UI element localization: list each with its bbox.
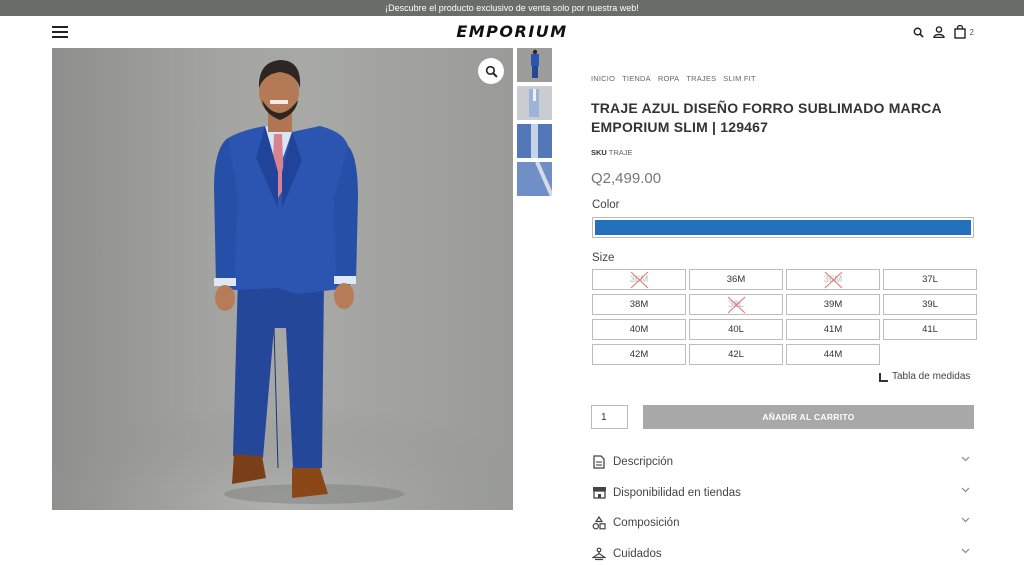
size-option[interactable]: 37L xyxy=(883,269,977,290)
chevron-down-icon xyxy=(961,487,970,492)
zoom-icon xyxy=(485,65,498,78)
size-option[interactable]: 39L xyxy=(883,294,977,315)
cart-icon[interactable] xyxy=(953,25,966,39)
breadcrumb-item-trajes[interactable]: TRAJES xyxy=(686,74,716,83)
size-option-unavailable[interactable]: 38L xyxy=(689,294,783,315)
size-label: Size xyxy=(592,252,615,264)
size-option[interactable]: 41L xyxy=(883,319,977,340)
size-chart-link[interactable]: Tabla de medidas xyxy=(879,371,970,382)
accordion-composicion[interactable]: Composición xyxy=(591,508,973,539)
color-swatch-fill xyxy=(595,220,971,235)
thumbnail-2[interactable] xyxy=(517,86,552,120)
accordion-label: Cuidados xyxy=(613,547,662,560)
product-details-accordion: Descripción Disponibilidad en tiendas Co… xyxy=(591,447,973,565)
chevron-down-icon xyxy=(961,548,970,553)
accordion-label: Disponibilidad en tiendas xyxy=(613,486,741,499)
site-header: EMPORIUM 2 xyxy=(0,16,1024,48)
announcement-bar: ¡Descubre el producto exclusivo de venta… xyxy=(0,0,1024,16)
size-option[interactable]: 42L xyxy=(689,344,783,365)
color-label: Color xyxy=(592,199,620,211)
search-icon[interactable] xyxy=(913,27,924,38)
size-option[interactable]: 41M xyxy=(786,319,880,340)
sku-label: SKU xyxy=(591,148,607,157)
accordion-cuidados[interactable]: Cuidados xyxy=(591,539,973,565)
account-icon[interactable] xyxy=(932,26,945,38)
quantity-input[interactable] xyxy=(591,405,628,429)
size-option[interactable]: 36M xyxy=(689,269,783,290)
size-option[interactable]: 38M xyxy=(592,294,686,315)
thumbnail-3[interactable] xyxy=(517,124,552,158)
accordion-label: Composición xyxy=(613,517,680,530)
brand-logo[interactable]: EMPORIUM xyxy=(0,22,1024,41)
breadcrumb-item-inicio[interactable]: INICIO xyxy=(591,74,615,83)
product-image[interactable] xyxy=(52,48,513,510)
shapes-icon xyxy=(591,515,607,531)
accordion-disponibilidad[interactable]: Disponibilidad en tiendas xyxy=(591,478,973,509)
sku-value: TRAJE xyxy=(608,148,633,157)
hanger-icon xyxy=(591,546,607,562)
zoom-button[interactable] xyxy=(478,58,504,84)
header-actions: 2 xyxy=(913,25,974,39)
chevron-down-icon xyxy=(961,517,970,523)
size-option[interactable]: 42M xyxy=(592,344,686,365)
cart-count: 2 xyxy=(969,27,974,37)
size-option[interactable]: 40M xyxy=(592,319,686,340)
size-option-unavailable[interactable]: 36M xyxy=(592,269,686,290)
product-title: TRAJE AZUL DISEÑO FORRO SUBLIMADO MARCA … xyxy=(591,100,942,135)
color-swatch-blue[interactable] xyxy=(592,217,974,238)
thumbnail-1[interactable] xyxy=(517,48,552,82)
announcement-text: ¡Descubre el producto exclusivo de venta… xyxy=(385,3,639,13)
unavailable-cross-icon xyxy=(630,271,649,289)
product-price: Q2,499.00 xyxy=(591,170,662,187)
size-option[interactable]: 40L xyxy=(689,319,783,340)
size-option[interactable]: 39M xyxy=(786,294,880,315)
breadcrumb-item-tienda[interactable]: TIENDA xyxy=(622,74,651,83)
breadcrumb: INICIO TIENDA ROPA TRAJES SLIM FIT xyxy=(591,74,756,83)
thumbnail-4[interactable] xyxy=(517,162,552,196)
breadcrumb-item-ropa[interactable]: ROPA xyxy=(658,74,680,83)
unavailable-cross-icon xyxy=(824,271,843,289)
ruler-icon xyxy=(879,372,888,382)
document-icon xyxy=(591,454,607,470)
unavailable-cross-icon xyxy=(727,296,746,314)
size-option[interactable]: 44M xyxy=(786,344,880,365)
accordion-descripcion[interactable]: Descripción xyxy=(591,447,973,478)
size-options: 36M 36M 36M 37L 38M 38L 39M 39L 40M 40L … xyxy=(592,269,978,365)
size-chart-label: Tabla de medidas xyxy=(892,371,971,382)
accordion-label: Descripción xyxy=(613,456,674,469)
add-to-cart-button[interactable]: AÑADIR AL CARRITO xyxy=(643,405,974,429)
thumbnail-gallery xyxy=(517,48,553,200)
size-option-unavailable[interactable]: 36M xyxy=(786,269,880,290)
store-icon xyxy=(591,485,607,501)
breadcrumb-item-slim-fit[interactable]: SLIM FIT xyxy=(723,74,755,83)
chevron-down-icon xyxy=(961,456,970,462)
product-sku: SKU TRAJE xyxy=(591,148,633,157)
